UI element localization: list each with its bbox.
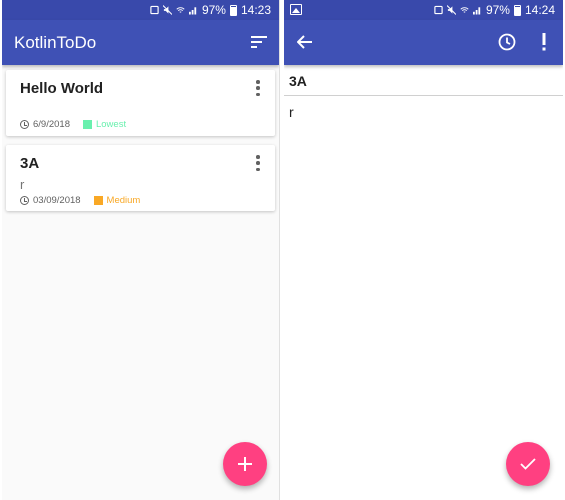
check-icon — [520, 458, 536, 470]
battery-percent: 97% — [485, 3, 510, 17]
signal-icon — [188, 7, 197, 15]
clock-icon — [20, 120, 29, 129]
app-bar: KotlinToDo — [2, 20, 279, 65]
status-time: 14:24 — [524, 3, 555, 17]
wifi-icon — [176, 7, 185, 13]
wifi-icon — [460, 7, 469, 13]
battery-icon — [513, 4, 521, 16]
todo-body: r — [20, 177, 25, 192]
back-button[interactable] — [293, 30, 317, 54]
status-bar: 97% 14:23 — [2, 0, 279, 20]
todo-list: Hello World 6/9/2018 Lowest 3A r 03/09/2… — [6, 70, 275, 220]
todo-title: Hello World — [20, 80, 104, 97]
todo-card[interactable]: Hello World 6/9/2018 Lowest — [6, 70, 275, 136]
status-icons — [434, 5, 482, 15]
add-icon — [238, 457, 252, 471]
alarm-icon — [150, 5, 159, 15]
alarm-icon — [434, 5, 443, 15]
battery-percent: 97% — [201, 3, 226, 17]
exclamation-icon — [542, 33, 546, 51]
title-input[interactable]: 3A — [284, 65, 563, 96]
todo-meta: 6/9/2018 Lowest — [20, 119, 126, 130]
more-vert-icon[interactable] — [251, 80, 265, 96]
status-icons — [150, 5, 198, 15]
todo-meta: 03/09/2018 Medium — [20, 195, 263, 206]
todo-title: 3A — [20, 155, 40, 172]
status-time: 14:23 — [240, 3, 271, 17]
priority-indicator — [82, 120, 92, 129]
signal-icon — [472, 7, 481, 15]
todo-date: 03/09/2018 — [33, 195, 81, 206]
todo-priority: Lowest — [95, 119, 127, 130]
clock-icon — [498, 33, 516, 51]
todo-edit-screen: 97% 14:24 3A r — [284, 0, 563, 500]
mute-icon — [446, 5, 456, 15]
arrow-back-icon — [297, 35, 312, 49]
todo-priority: Medium — [106, 195, 141, 206]
mute-icon — [162, 5, 172, 15]
priority-button[interactable] — [532, 30, 556, 54]
body-input[interactable]: r — [289, 104, 558, 120]
sort-icon — [251, 36, 267, 48]
status-bar: 97% 14:24 — [284, 0, 563, 20]
gallery-notification-icon — [290, 4, 302, 15]
more-vert-icon[interactable] — [251, 155, 265, 171]
reminder-button[interactable] — [495, 30, 519, 54]
clock-icon — [20, 196, 29, 205]
todo-list-screen: 97% 14:23 KotlinToDo Hello World 6/9/201… — [2, 0, 280, 500]
save-button[interactable] — [506, 442, 550, 486]
app-bar — [284, 20, 563, 65]
sort-button[interactable] — [247, 30, 271, 54]
todo-date: 6/9/2018 — [33, 119, 70, 130]
priority-indicator — [93, 196, 103, 205]
app-title: KotlinToDo — [14, 32, 97, 52]
battery-icon — [229, 4, 237, 16]
todo-card[interactable]: 3A r 03/09/2018 Medium — [6, 145, 275, 211]
add-todo-button[interactable] — [223, 442, 267, 486]
